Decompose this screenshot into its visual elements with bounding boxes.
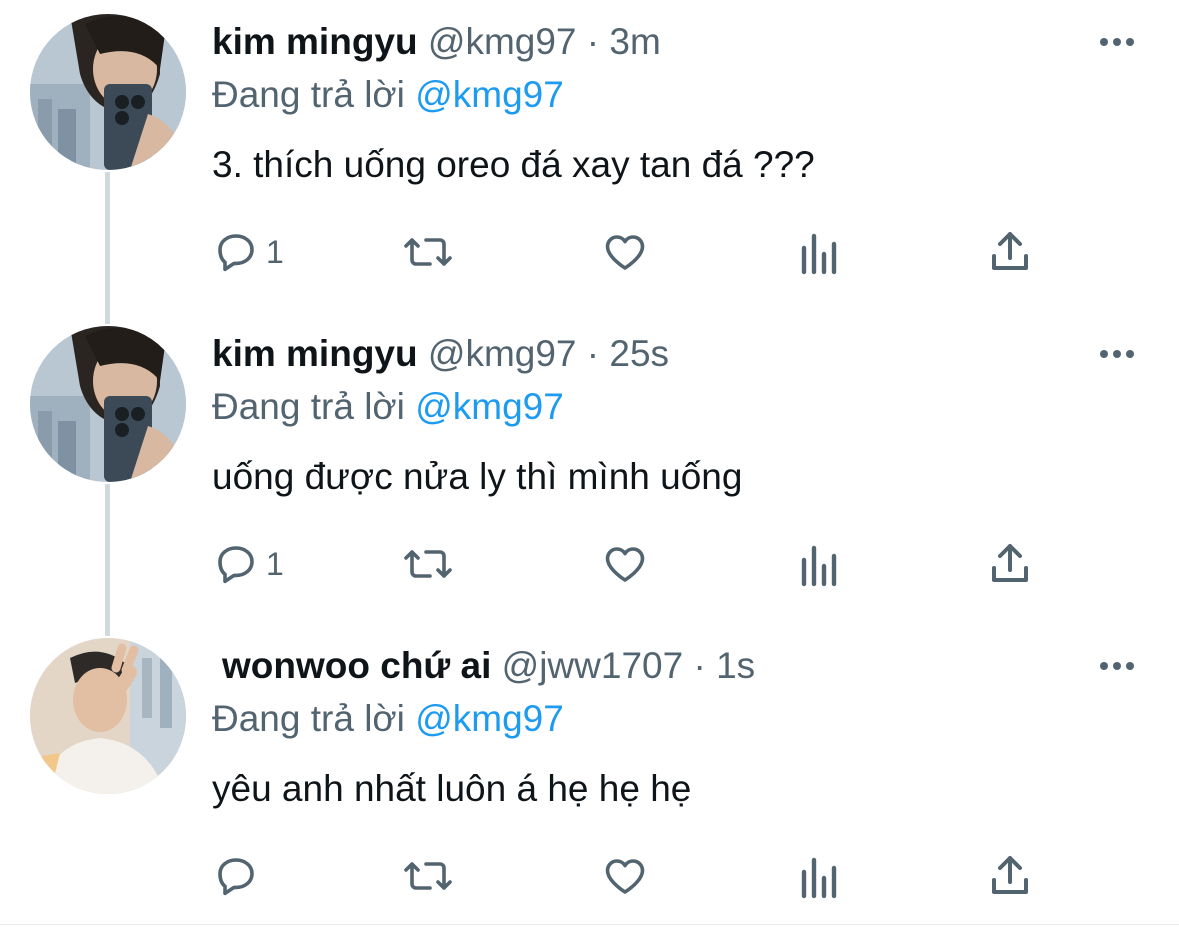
tweet-header: kim mingyu @kmg97 · 3m <box>212 20 661 64</box>
analytics-icon <box>798 852 838 900</box>
analytics-button[interactable] <box>798 222 838 282</box>
share-icon <box>988 228 1032 276</box>
display-name[interactable]: kim mingyu <box>212 21 418 62</box>
reply-button[interactable] <box>212 846 266 906</box>
reply-button[interactable]: 1 <box>212 222 284 282</box>
separator-dot: · <box>586 333 600 374</box>
retweet-button[interactable] <box>402 846 454 906</box>
replying-to: Đang trả lời @kmg97 <box>212 385 564 429</box>
like-button[interactable] <box>600 846 650 906</box>
retweet-icon <box>402 228 454 276</box>
replying-to-label: Đang trả lời <box>212 698 405 739</box>
reply-count: 1 <box>266 233 284 270</box>
analytics-icon <box>798 540 838 588</box>
reply-button[interactable]: 1 <box>212 534 284 594</box>
like-button[interactable] <box>600 222 650 282</box>
reply-icon <box>212 540 260 588</box>
tweet-text: uống được nửa ly thì mình uống <box>212 456 743 497</box>
like-button[interactable] <box>600 534 650 594</box>
timestamp[interactable]: 3m <box>609 21 660 62</box>
share-button[interactable] <box>988 534 1032 594</box>
avatar[interactable] <box>30 326 186 482</box>
retweet-icon <box>402 540 454 588</box>
user-handle[interactable]: @kmg97 <box>428 21 577 62</box>
replying-to-label: Đang trả lời <box>212 74 405 115</box>
display-name[interactable]: wonwoo chứ ai <box>222 645 491 686</box>
display-name[interactable]: kim mingyu <box>212 333 418 374</box>
share-button[interactable] <box>988 222 1032 282</box>
user-handle[interactable]: @kmg97 <box>428 333 577 374</box>
analytics-button[interactable] <box>798 846 838 906</box>
analytics-icon <box>798 228 838 276</box>
reply-count: 1 <box>266 545 284 582</box>
retweet-button[interactable] <box>402 222 454 282</box>
like-icon <box>600 852 650 900</box>
analytics-button[interactable] <box>798 534 838 594</box>
tweet-text: 3. thích uống oreo đá xay tan đá ??? <box>212 144 815 185</box>
avatar[interactable] <box>30 14 186 170</box>
tweet-thread: kim mingyu @kmg97 · 3m Đang trả lời @kmg… <box>0 0 1179 930</box>
tweet-actions: 1 <box>212 534 1052 594</box>
tweet[interactable]: wonwoo chứ ai @jww1707 · 1s Đang trả lời… <box>0 624 1179 936</box>
retweet-icon <box>402 852 454 900</box>
divider <box>0 924 1179 925</box>
avatar[interactable] <box>30 638 186 794</box>
tweet[interactable]: kim mingyu @kmg97 · 3m Đang trả lời @kmg… <box>0 0 1179 312</box>
timestamp[interactable]: 1s <box>716 645 755 686</box>
replying-to: Đang trả lời @kmg97 <box>212 73 564 117</box>
separator-dot: · <box>586 21 600 62</box>
tweet-header: kim mingyu @kmg97 · 25s <box>212 332 669 376</box>
more-icon[interactable] <box>1096 22 1138 62</box>
separator-dot: · <box>693 645 706 686</box>
retweet-button[interactable] <box>402 534 454 594</box>
tweet-actions <box>212 846 1052 906</box>
user-handle[interactable]: @jww1707 <box>502 645 684 686</box>
mention-link[interactable]: @kmg97 <box>415 386 564 427</box>
more-icon[interactable] <box>1096 646 1138 686</box>
tweet-text: yêu anh nhất luôn á hẹ hẹ hẹ <box>212 768 692 809</box>
timestamp[interactable]: 25s <box>609 333 669 374</box>
reply-icon <box>212 228 260 276</box>
share-icon <box>988 852 1032 900</box>
mention-link[interactable]: @kmg97 <box>415 74 564 115</box>
reply-icon <box>212 852 260 900</box>
share-button[interactable] <box>988 846 1032 906</box>
more-icon[interactable] <box>1096 334 1138 374</box>
tweet-actions: 1 <box>212 222 1052 282</box>
tweet[interactable]: kim mingyu @kmg97 · 25s Đang trả lời @km… <box>0 312 1179 624</box>
replying-to: Đang trả lời @kmg97 <box>212 697 564 741</box>
share-icon <box>988 540 1032 588</box>
replying-to-label: Đang trả lời <box>212 386 405 427</box>
tweet-header: wonwoo chứ ai @jww1707 · 1s <box>222 644 755 688</box>
like-icon <box>600 228 650 276</box>
like-icon <box>600 540 650 588</box>
mention-link[interactable]: @kmg97 <box>415 698 564 739</box>
